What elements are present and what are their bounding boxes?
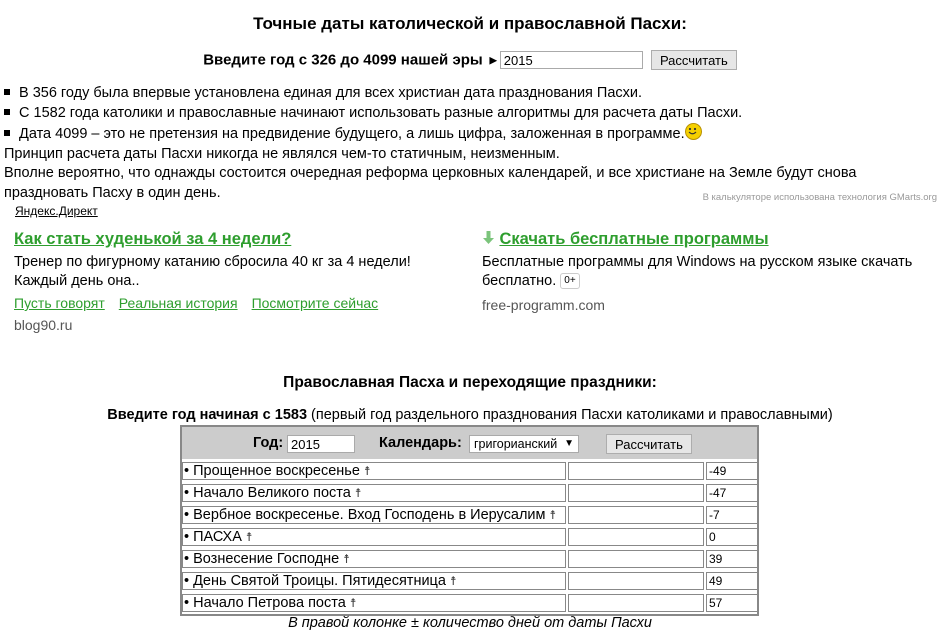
calendar-select[interactable]: григорианский ▼: [469, 435, 579, 453]
section-note: Введите год начиная с 1583 (первый год р…: [107, 407, 833, 423]
ad-title-link[interactable]: Скачать бесплатные программы: [499, 230, 768, 248]
info-text: В 356 году была впервые установлена един…: [4, 84, 856, 203]
calculator-controls: Год: Календарь: григорианский ▼ Рассчита…: [182, 427, 757, 459]
orthodox-year-input[interactable]: [287, 435, 355, 453]
cross-icon: ☨: [363, 464, 371, 478]
ad-link[interactable]: Посмотрите сейчас: [252, 295, 379, 311]
section-title: Православная Пасха и переходящие праздни…: [283, 374, 657, 391]
table-row: • Вознесение Господне ☨ 39: [182, 548, 759, 570]
table-row: • Начало Великого поста ☨ -47: [182, 482, 759, 504]
holiday-name: • Вербное воскресенье. Вход Господень в …: [182, 506, 566, 524]
ad-host: free-programm.com: [482, 297, 605, 313]
cross-icon: ☨: [245, 530, 253, 544]
days-offset: -7: [706, 506, 759, 524]
easter-year-form: Введите год с 326 до 4099 нашей эры ► Ра…: [0, 50, 940, 70]
table-row: • Начало Петрова поста ☨ 57: [182, 592, 759, 614]
holiday-name: • Начало Великого поста ☨: [182, 484, 566, 502]
ad-link[interactable]: Пусть говорят: [14, 295, 105, 311]
table-row: • ПАСХА ☨ 0: [182, 526, 759, 548]
holiday-date-field[interactable]: [568, 506, 704, 524]
bullet-item: В 356 году была впервые установлена един…: [4, 84, 856, 104]
download-icon: [483, 231, 494, 244]
cross-icon: ☨: [549, 508, 557, 522]
ad-block-2: Скачать бесплатные программы Бесплатные …: [482, 230, 932, 313]
holiday-date-field[interactable]: [568, 484, 704, 502]
ad-block-1: Как стать худенькой за 4 недели? Тренер …: [14, 230, 464, 333]
table-row: • Вербное воскресенье. Вход Господень в …: [182, 504, 759, 526]
bullet-item: Дата 4099 – это не претензия на предвиде…: [4, 123, 856, 145]
holiday-name: • Вознесение Господне ☨: [182, 550, 566, 568]
footer-note: В правой колонке ± количество дней от да…: [288, 615, 652, 631]
credit-text: В калькуляторе использована технология G…: [702, 192, 937, 203]
ad-link[interactable]: Реальная история: [119, 295, 238, 311]
cross-icon: ☨: [449, 574, 457, 588]
holiday-date-field[interactable]: [568, 462, 704, 480]
holiday-name: • Прощенное воскресенье ☨: [182, 462, 566, 480]
days-offset: -49: [706, 462, 759, 480]
orthodox-calculator: Год: Календарь: григорианский ▼ Рассчита…: [180, 425, 759, 616]
holiday-name: • ПАСХА ☨: [182, 528, 566, 546]
arrow-icon: ►: [486, 52, 500, 68]
chevron-down-icon: ▼: [564, 438, 574, 449]
ad-text: Тренер по фигурному катанию сбросила 40 …: [14, 254, 411, 270]
paragraph: Вполне вероятно, что однажды состоится о…: [4, 165, 857, 181]
ad-links: Пусть говорят Реальная история Посмотрите …: [14, 295, 464, 313]
year-label: Год:: [253, 435, 284, 451]
year-prompt-label: Введите год с 326 до 4099 нашей эры: [203, 51, 483, 69]
cross-icon: ☨: [354, 486, 362, 500]
table-row: • Прощенное воскресенье ☨ -49: [182, 460, 759, 482]
ad-host: blog90.ru: [14, 317, 73, 333]
table-row: • День Святой Троицы. Пятидесятница ☨ 49: [182, 570, 759, 592]
age-badge: 0+: [560, 273, 580, 289]
holiday-date-field[interactable]: [568, 572, 704, 590]
smiley-icon: [684, 123, 702, 140]
holiday-name: • Начало Петрова поста ☨: [182, 594, 566, 612]
cross-icon: ☨: [343, 552, 350, 566]
days-offset: -47: [706, 484, 759, 502]
orthodox-calculate-button[interactable]: Рассчитать: [606, 434, 692, 454]
ad-title-link[interactable]: Как стать худенькой за 4 недели?: [14, 230, 464, 249]
calculate-button[interactable]: Рассчитать: [650, 50, 737, 70]
holiday-date-field[interactable]: [568, 550, 704, 568]
days-offset: 57: [706, 594, 759, 612]
holiday-date-field[interactable]: [568, 528, 704, 546]
calendar-label: Календарь:: [379, 435, 462, 451]
year-input[interactable]: [499, 51, 643, 69]
yandex-direct-link[interactable]: Яндекс.Директ: [15, 204, 98, 218]
days-offset: 0: [706, 528, 759, 546]
page-title: Точные даты католической и православной …: [253, 14, 687, 33]
days-offset: 49: [706, 572, 759, 590]
holiday-date-field[interactable]: [568, 594, 704, 612]
cross-icon: ☨: [349, 596, 357, 610]
paragraph: Принцип расчета даты Пасхи никогда не яв…: [4, 145, 560, 162]
ad-text: Каждый день она..: [14, 273, 140, 289]
days-offset: 39: [706, 550, 759, 568]
holiday-name: • День Святой Троицы. Пятидесятница ☨: [182, 572, 566, 590]
ad-text: бесплатно. 0+: [482, 272, 932, 291]
ad-text: Бесплатные программы для Windows на русс…: [482, 254, 913, 270]
bullet-item: С 1582 года католики и православные начи…: [4, 104, 856, 124]
